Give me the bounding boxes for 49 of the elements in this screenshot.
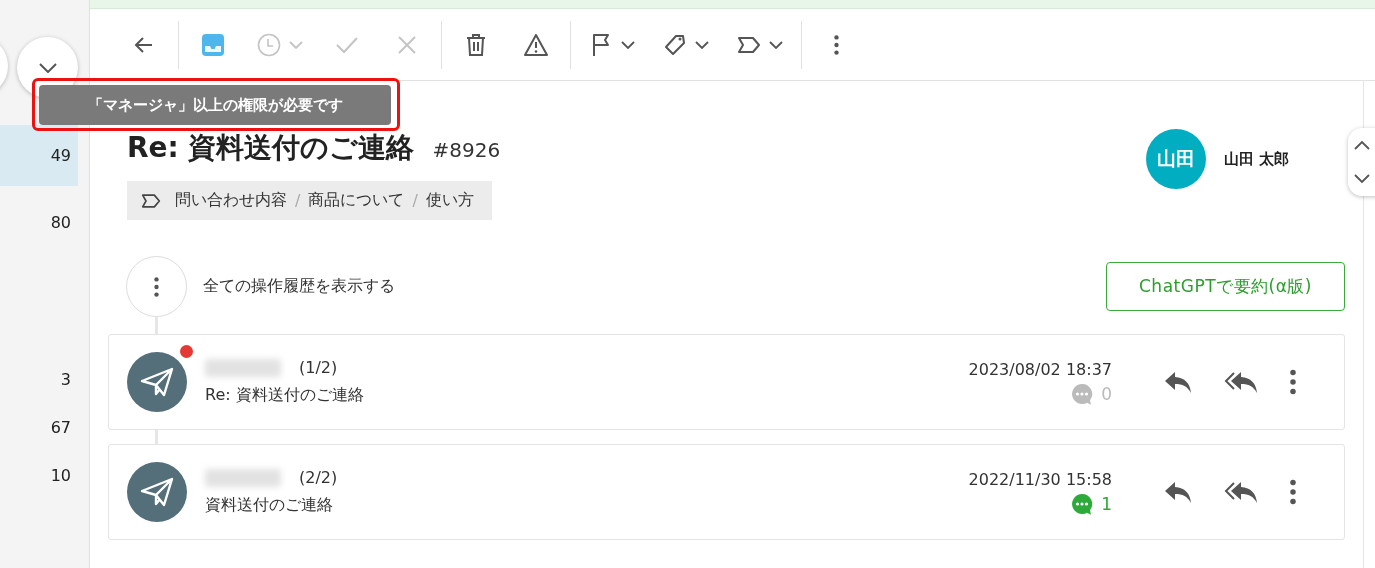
list-item-count[interactable]: 3 [0, 355, 78, 403]
message-date: 2022/11/30 15:58 [968, 469, 1112, 489]
paper-plane-icon [140, 367, 174, 397]
message-card[interactable]: (2/2) 資料送付のご連絡 2022/11/30 15:58 1 [108, 444, 1345, 540]
chevron-down-icon[interactable] [1354, 174, 1370, 184]
reply-all-icon[interactable] [1224, 480, 1260, 504]
category-separator: / [295, 191, 301, 210]
message-index: (1/2) [299, 358, 338, 377]
ticket-number: #8926 [432, 138, 501, 162]
reply-icon[interactable] [1164, 480, 1194, 504]
comment-count: 1 [1101, 493, 1112, 514]
summary-button[interactable]: ChatGPTで要約(α版) [1106, 262, 1345, 311]
more-icon [154, 276, 159, 297]
list-item-count[interactable]: 49 [0, 125, 78, 186]
category-text: 使い方 [425, 190, 474, 211]
assignee-name: 山田 太郎 [1223, 149, 1289, 169]
more-icon[interactable] [1290, 369, 1296, 395]
comment-count: 0 [1101, 383, 1112, 404]
clock-icon [257, 32, 281, 57]
message-subject: Re: 資料送付のご連絡 [205, 385, 365, 406]
tag-icon [663, 32, 687, 57]
message-index: (2/2) [299, 468, 338, 487]
more-icon [833, 34, 839, 55]
list-item-count[interactable]: 10 [0, 451, 78, 499]
reply-all-icon[interactable] [1224, 370, 1260, 394]
history-link[interactable]: 全ての操作履歴を表示する [203, 276, 395, 297]
message-date: 2023/08/02 18:37 [968, 359, 1112, 379]
inbox-icon [201, 32, 225, 57]
tooltip: 「マネージャ」以上の権限が必要です [39, 85, 391, 125]
category-separator: / [412, 191, 418, 210]
more-icon[interactable] [1290, 479, 1296, 505]
category-text: 商品について [308, 190, 405, 211]
category-text: 問い合わせ内容 [175, 190, 287, 211]
chevron-down-icon [38, 62, 57, 73]
trash-icon [464, 32, 488, 57]
reply-icon[interactable] [1164, 370, 1194, 394]
list-item-count[interactable]: 80 [0, 192, 78, 252]
caret-icon [621, 40, 635, 49]
caret-icon [769, 40, 783, 49]
paper-plane-icon [140, 477, 174, 507]
avatar: 山田 [1145, 129, 1206, 189]
message-card[interactable]: (1/2) Re: 資料送付のご連絡 2023/08/02 18:37 0 [108, 334, 1345, 430]
caret-icon [695, 40, 709, 49]
warning-icon [524, 32, 548, 57]
list-item-count[interactable]: 67 [0, 403, 78, 451]
caret-icon [289, 40, 303, 49]
chevron-up-icon[interactable] [1354, 140, 1370, 150]
message-subject: 資料送付のご連絡 [205, 495, 334, 516]
ticket-title: Re: 資料送付のご連絡 [127, 130, 415, 166]
